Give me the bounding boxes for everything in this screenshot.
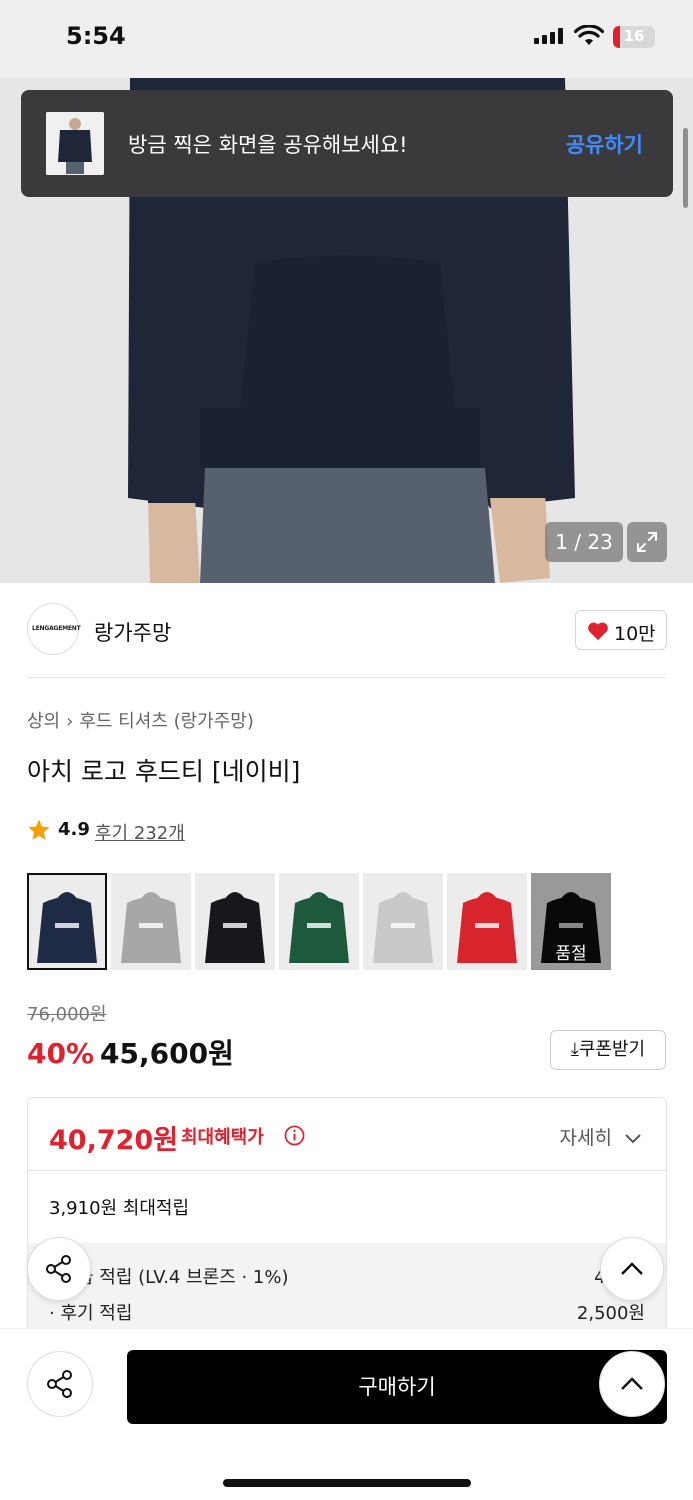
color-variant[interactable]: 품절: [531, 873, 611, 970]
status-bar: 5:54 16: [0, 0, 693, 78]
expand-image-button[interactable]: [627, 522, 667, 562]
scroll-top-fab[interactable]: [600, 1237, 664, 1301]
battery-icon: 16: [613, 26, 655, 48]
share-icon: [46, 1255, 71, 1283]
home-indicator: [223, 1479, 471, 1487]
chevron-down-icon: [625, 1134, 641, 1144]
color-variant[interactable]: [279, 873, 359, 970]
coupon-button[interactable]: ⤓쿠폰받기: [550, 1030, 666, 1070]
divider: [28, 1170, 666, 1171]
star-icon: [28, 819, 50, 840]
share-toast: 방금 찍은 화면을 공유해보세요! 공유하기: [21, 90, 673, 197]
like-count: 10만: [614, 623, 656, 645]
color-variant[interactable]: [195, 873, 275, 970]
breadcrumb-category[interactable]: 상의: [27, 711, 60, 732]
breadcrumb: 상의 › 후드 티셔츠 (랑가주망): [27, 707, 254, 733]
toast-message: 방금 찍은 화면을 공유해보세요!: [128, 133, 408, 157]
divider: [27, 677, 667, 678]
brand-logo[interactable]: LENGAGEMENT: [27, 603, 81, 655]
benefit-detail-toggle[interactable]: 자세히: [560, 1123, 643, 1150]
sale-price: 45,600원: [100, 1037, 234, 1070]
download-icon: ⤓: [570, 1039, 579, 1060]
max-points: 3,910원 최대적립: [49, 1198, 190, 1219]
brand-name[interactable]: 랑가주망: [94, 617, 171, 647]
share-button-bottom[interactable]: [27, 1351, 93, 1417]
points-line: · 등급 적립 (LV.4 브론즈 · 1%)456원: [49, 1267, 645, 1288]
share-icon: [47, 1370, 72, 1398]
sold-out-label: 품절: [531, 873, 611, 970]
image-page-counter: 1 / 23: [545, 522, 623, 562]
breadcrumb-subcategory[interactable]: 후드 티셔츠 (랑가주망): [79, 711, 254, 732]
buy-button[interactable]: 구매하기: [127, 1350, 667, 1424]
share-button[interactable]: 공유하기: [566, 129, 643, 159]
price-row: 40% 45,600원: [27, 1032, 234, 1072]
screenshot-thumbnail: [46, 112, 104, 175]
reviews-link[interactable]: 후기 232개: [95, 819, 185, 845]
scroll-top-button[interactable]: [599, 1351, 665, 1417]
brand-row: LENGAGEMENT 랑가주망 10만: [27, 603, 667, 657]
product-title: 아치 로고 후드티 [네이비]: [27, 757, 301, 786]
like-button[interactable]: 10만: [575, 610, 667, 650]
chevron-right-icon: ›: [66, 711, 74, 732]
bottom-action-bar: 구매하기: [0, 1328, 693, 1500]
scroll-indicator: [683, 128, 688, 208]
color-variant[interactable]: [27, 873, 107, 970]
chevron-up-icon: [621, 1377, 643, 1390]
heart-icon: [588, 622, 608, 641]
max-benefit-price: 40,720원: [49, 1125, 179, 1156]
discount-rate: 40%: [27, 1037, 95, 1070]
rating-score: 4.9: [58, 819, 90, 840]
wifi-icon: [574, 25, 604, 45]
share-fab[interactable]: [27, 1237, 91, 1301]
chevron-up-icon: [621, 1262, 643, 1275]
color-variant[interactable]: [111, 873, 191, 970]
color-variant[interactable]: [447, 873, 527, 970]
max-benefit-label: 최대혜택가: [181, 1127, 264, 1148]
benefit-box: 40,720원 최대혜택가 자세히 3,910원 최대적립 · 등급 적립 (L…: [27, 1097, 667, 1337]
points-breakdown: · 등급 적립 (LV.4 브론즈 · 1%)456원 · 후기 적립2,500…: [28, 1243, 666, 1336]
original-price: 76,000원: [27, 1004, 107, 1025]
cellular-signal-icon: [534, 28, 563, 44]
status-time: 5:54: [66, 22, 126, 50]
points-line: · 후기 적립 2,500원: [49, 1303, 645, 1324]
expand-icon: [637, 532, 657, 552]
color-variant[interactable]: [363, 873, 443, 970]
info-icon[interactable]: [284, 1125, 305, 1146]
